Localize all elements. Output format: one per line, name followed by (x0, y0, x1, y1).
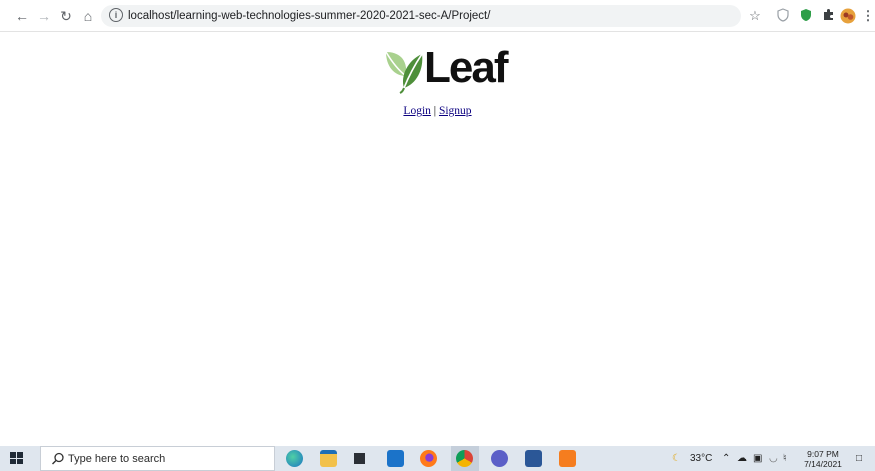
search-icon (52, 452, 64, 465)
forward-arrow-icon[interactable]: → (34, 6, 54, 26)
cloud-icon[interactable]: ☁ (737, 452, 747, 465)
firefox-icon[interactable] (420, 450, 437, 467)
bookmark-star-icon[interactable]: ☆ (747, 8, 763, 24)
reload-icon[interactable]: ↻ (56, 6, 76, 26)
wifi-icon[interactable]: ◡ (769, 452, 778, 465)
green-shield-extension-icon[interactable] (798, 8, 814, 24)
shield-extension-icon[interactable] (775, 8, 791, 24)
address-bar[interactable]: i localhost/learning-web-technologies-su… (101, 5, 741, 27)
home-icon[interactable]: ⌂ (78, 6, 98, 26)
system-clock[interactable]: 9:07 PM 7/14/2021 (794, 449, 852, 469)
leaf-logo: Leaf (382, 43, 508, 94)
edge-icon[interactable] (286, 450, 303, 467)
volume-icon[interactable]: ♮ (783, 452, 787, 465)
chrome-icon[interactable] (456, 450, 473, 467)
browser-toolbar: ← → ↻ ⌂ i localhost/learning-web-technol… (0, 0, 875, 32)
leaf-icon (385, 51, 423, 94)
windows-start-icon[interactable] (10, 452, 24, 465)
notification-icon[interactable]: □ (856, 452, 862, 465)
weather-icon[interactable]: ☾ (672, 452, 681, 465)
info-icon[interactable]: i (109, 8, 123, 22)
profile-avatar-icon[interactable] (840, 8, 856, 24)
file-explorer-icon[interactable] (320, 450, 337, 467)
mail-icon[interactable] (387, 450, 404, 467)
logo-text: Leaf (424, 43, 508, 92)
back-arrow-icon[interactable]: ← (12, 6, 32, 26)
taskbar: Type here to search ☾ 33°C ⌃ ☁ ▣ ◡ ♮ 9:0… (0, 446, 875, 471)
teams-icon[interactable] (491, 450, 508, 467)
keyboard-icon[interactable]: ▣ (753, 452, 762, 465)
xampp-icon[interactable] (559, 450, 576, 467)
puzzle-extensions-icon[interactable] (820, 8, 836, 24)
chevron-up-icon[interactable]: ⌃ (722, 452, 730, 465)
url-text[interactable]: localhost/learning-web-technologies-summ… (128, 9, 490, 23)
taskbar-search[interactable]: Type here to search (40, 446, 275, 471)
word-icon[interactable] (525, 450, 542, 467)
weather-temp[interactable]: 33°C (690, 452, 712, 465)
search-placeholder: Type here to search (68, 453, 166, 465)
page-content: Leaf Login | Signup (0, 32, 875, 446)
clock-date: 7/14/2021 (804, 459, 842, 469)
signup-link[interactable]: Signup (439, 105, 472, 117)
login-link[interactable]: Login (403, 105, 430, 117)
link-separator: | (430, 105, 439, 117)
clock-time: 9:07 PM (807, 449, 839, 459)
kebab-menu-icon[interactable]: ⋮ (860, 8, 875, 24)
store-icon[interactable] (351, 450, 368, 467)
auth-links: Login | Signup (0, 105, 875, 117)
